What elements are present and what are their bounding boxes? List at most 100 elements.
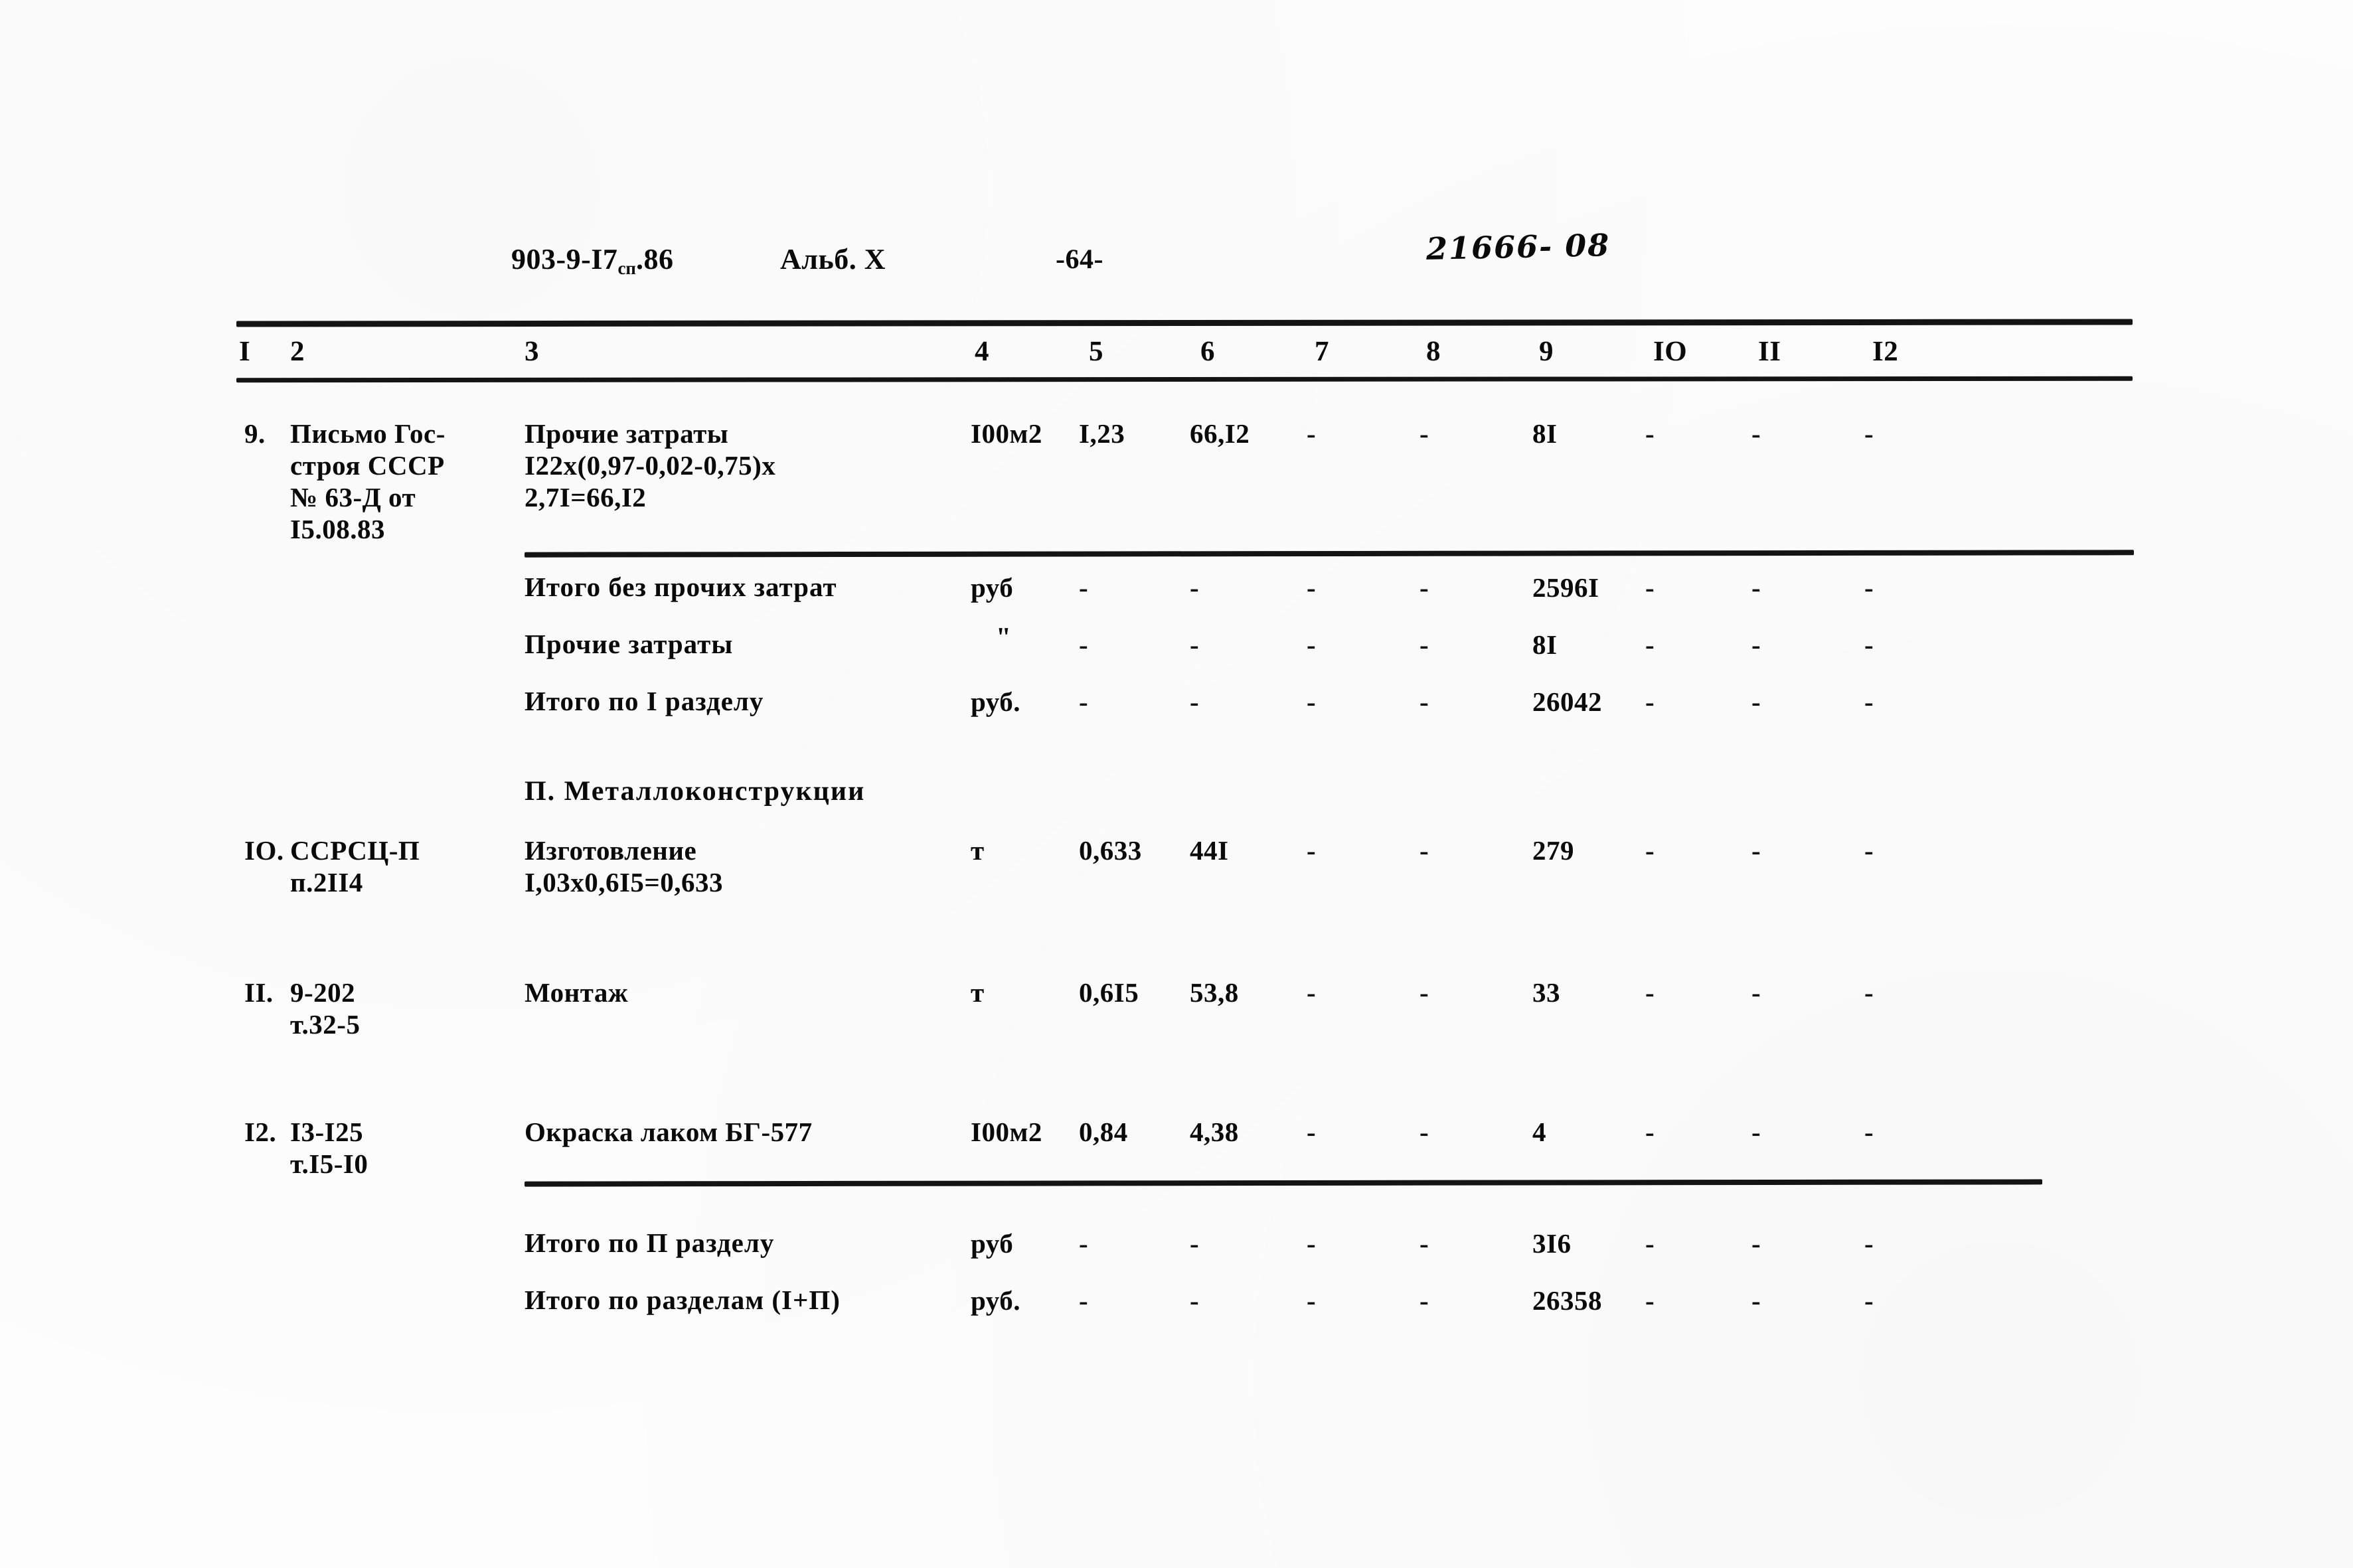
row-col11: - — [1751, 1228, 1761, 1259]
row-col10: - — [1645, 835, 1655, 866]
row-unit: I00м2 — [971, 418, 1042, 449]
summary-label: Итого по разделам (I+П) — [525, 1285, 841, 1315]
row-col9-total: 33 — [1532, 977, 1560, 1008]
row-col12: - — [1864, 835, 1874, 866]
row-col9-total: 279 — [1532, 835, 1574, 866]
row-col9-total: 2596I — [1532, 572, 1599, 603]
row-col5-quantity: - — [1079, 686, 1089, 717]
row-col5-quantity: - — [1079, 572, 1089, 603]
row-col8: - — [1420, 1117, 1429, 1147]
row-unit: руб. — [971, 1285, 1020, 1316]
row-justification-line-3: № 63-Д от — [290, 482, 416, 512]
row-col10: - — [1645, 1117, 1655, 1147]
row-col12: - — [1864, 629, 1874, 660]
row-col10: - — [1645, 418, 1655, 449]
row-col9-total: 8I — [1532, 418, 1558, 449]
row-description-line-2: I,03х0,6I5=0,633 — [525, 867, 724, 898]
row-description-line-1: Изготовление — [525, 835, 697, 866]
row-col5-quantity: - — [1079, 629, 1089, 660]
row-col10: - — [1645, 629, 1655, 660]
row-col7: - — [1307, 686, 1317, 717]
row-col9-total: 26358 — [1532, 1285, 1602, 1316]
row-col11: - — [1751, 1285, 1761, 1316]
summary-label: Итого без прочих затрат — [525, 572, 837, 602]
row-col12: - — [1864, 1285, 1874, 1316]
row-col6-unit-cost: - — [1190, 572, 1200, 603]
row-col7: - — [1307, 418, 1317, 449]
row-col8: - — [1420, 418, 1429, 449]
row-unit: руб. — [971, 686, 1020, 717]
row-justification-line-1: ССРСЦ-П — [290, 835, 420, 866]
row-ordinal: II. — [244, 977, 274, 1008]
row-col5-quantity: 0,6I5 — [1079, 977, 1139, 1008]
row-col5-quantity: 0,84 — [1079, 1117, 1128, 1147]
row-description-line-1: Окраска лаком БГ-577 — [525, 1117, 813, 1147]
row-col8: - — [1420, 1228, 1429, 1259]
row-col7: - — [1307, 1285, 1317, 1316]
row-col5-quantity: - — [1079, 1228, 1089, 1259]
row-description-line-2: I22х(0,97-0,02-0,75)х — [525, 450, 776, 481]
row-col8: - — [1420, 835, 1429, 866]
section-heading: П. Металлоконструкции — [525, 776, 866, 807]
row-col6-unit-cost: 44I — [1190, 835, 1229, 866]
row-col11: - — [1751, 977, 1761, 1008]
row-unit: руб — [971, 572, 1014, 603]
row-col11: - — [1751, 629, 1761, 660]
table-body: 9. Письмо Гос-строя СССР № 63-Д от I5.08.83… — [0, 0, 2353, 1568]
row-col7: - — [1307, 977, 1317, 1008]
row-justification-line-2: т.I5-I0 — [290, 1148, 368, 1179]
row-col11: - — [1751, 835, 1761, 866]
row-ordinal: IO. — [244, 835, 284, 866]
row-col6-unit-cost: - — [1190, 1228, 1200, 1259]
row-unit: руб — [971, 1228, 1014, 1259]
summary-label: Итого по I разделу — [525, 686, 764, 716]
row-col12: - — [1864, 977, 1874, 1008]
row-col6-unit-cost: - — [1190, 686, 1200, 717]
row-col7: - — [1307, 629, 1317, 660]
row-col6-unit-cost: - — [1190, 629, 1200, 660]
row-col5-quantity: I,23 — [1079, 418, 1125, 449]
row-col11: - — [1751, 418, 1761, 449]
row-col10: - — [1645, 1285, 1655, 1316]
row-col5-quantity: 0,633 — [1079, 835, 1142, 866]
row-col8: - — [1420, 572, 1429, 603]
row-col6-unit-cost: 53,8 — [1190, 977, 1239, 1008]
row-col8: - — [1420, 629, 1429, 660]
row-justification-line-2: строя СССР — [290, 450, 445, 481]
row-justification-line-2: т.32-5 — [290, 1009, 361, 1040]
row-unit: I00м2 — [971, 1117, 1042, 1147]
row-col5-quantity: - — [1079, 1285, 1089, 1316]
summary-label: Итого по П разделу — [525, 1227, 775, 1258]
row-col9-total: 4 — [1532, 1117, 1546, 1147]
row-col6-unit-cost: - — [1190, 1285, 1200, 1316]
row-col6-unit-cost: 4,38 — [1190, 1117, 1239, 1147]
row-justification-line-2: п.2II4 — [290, 867, 363, 898]
row-description-line-3: 2,7I=66,I2 — [525, 482, 647, 512]
row-col12: - — [1864, 1117, 1874, 1147]
row-col8: - — [1420, 686, 1429, 717]
row-col7: - — [1307, 1228, 1317, 1259]
row-col11: - — [1751, 572, 1761, 603]
row-col9-total: 3I6 — [1532, 1228, 1572, 1259]
row-col12: - — [1864, 572, 1874, 603]
summary-label: Прочие затраты — [525, 629, 734, 659]
row-col12: - — [1864, 1228, 1874, 1259]
row-col10: - — [1645, 686, 1655, 717]
row-justification-line-1: Письмо Гос- — [290, 418, 446, 449]
row-col9-total: 26042 — [1532, 686, 1602, 717]
row-col10: - — [1645, 572, 1655, 603]
row-col10: - — [1645, 1228, 1655, 1259]
row-col12: - — [1864, 686, 1874, 717]
document-page: 903-9-I7сп.86 Альб. Х -64- 21666- 08 I23… — [0, 0, 2353, 1568]
row-col7: - — [1307, 572, 1317, 603]
row-unit: т — [971, 977, 985, 1008]
row-description-line-1: Монтаж — [525, 977, 629, 1008]
row-col8: - — [1420, 1285, 1429, 1316]
row-col11: - — [1751, 686, 1761, 717]
row-col11: - — [1751, 1117, 1761, 1147]
row-col7: - — [1307, 1117, 1317, 1147]
row-justification-line-1: 9-202 — [290, 977, 356, 1008]
row-justification-line-4: I5.08.83 — [290, 514, 385, 544]
row-col9-total: 8I — [1532, 629, 1558, 660]
row-col7: - — [1307, 835, 1317, 866]
